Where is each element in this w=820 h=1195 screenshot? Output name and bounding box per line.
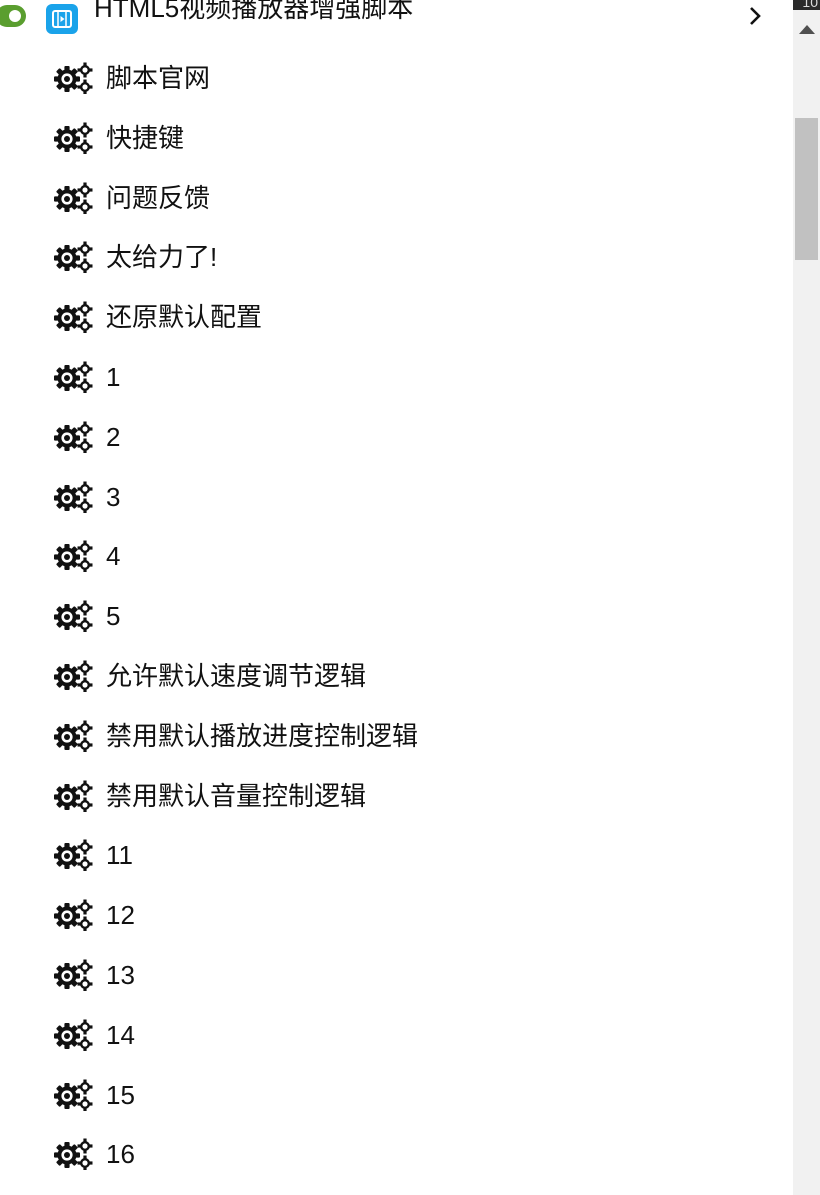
gears-icon [53,62,93,95]
chevron-right-icon[interactable] [746,5,764,27]
menu-item-label: 14 [106,1019,135,1050]
menu-item[interactable]: 问题反馈 [0,170,793,230]
menu-item[interactable]: 13 [0,947,793,1007]
gears-icon [53,481,93,514]
menu-item-label: 3 [106,481,121,512]
menu-item-label: 2 [106,421,121,452]
script-title: HTML5视频播放器增强脚本 [94,0,414,23]
gears-icon [53,720,93,753]
menu-item[interactable]: 允许默认速度调节逻辑 [0,648,793,708]
scrollbar-thumb[interactable] [795,118,818,260]
menu-item-label: 5 [106,601,121,632]
gears-icon [53,301,93,334]
gears-icon [53,660,93,693]
gears-icon [53,540,93,573]
menu-item-label: 禁用默认音量控制逻辑 [106,780,367,811]
menu-item[interactable]: 还原默认配置 [0,289,793,349]
gears-icon [53,421,93,454]
menu-item-label: 13 [106,959,135,990]
menu-item-label: 禁用默认播放进度控制逻辑 [106,720,419,751]
video-player-icon [46,4,78,34]
gears-icon [53,361,93,394]
gears-icon [53,1138,93,1171]
menu-item[interactable]: 15 [0,1067,793,1127]
menu-item-label: 太给力了! [106,242,218,273]
menu-item[interactable]: 快捷键 [0,110,793,170]
gears-icon [53,1019,93,1052]
menu-item-label: 16 [106,1139,135,1170]
scrollbar[interactable] [793,10,820,1195]
gears-icon [53,899,93,932]
script-header[interactable]: HTML5视频播放器增强脚本 [0,0,793,40]
menu-item-label: 15 [106,1079,135,1110]
menu-item[interactable]: 5 [0,588,793,648]
gears-icon [53,839,93,872]
gears-icon [53,600,93,633]
gears-icon [53,959,93,992]
menu-item[interactable]: 太给力了! [0,229,793,289]
menu-item[interactable]: 2 [0,409,793,469]
gears-icon [53,1079,93,1112]
menu-item-label: 快捷键 [106,122,185,153]
script-menu-panel: HTML5视频播放器增强脚本 脚本官网 快捷键 问题反馈 太给力了! 还原默认配… [0,0,793,1195]
menu-item[interactable]: 脚本官网 [0,50,793,110]
menu-item[interactable]: 16 [0,1126,793,1186]
menu-item[interactable]: 11 [0,827,793,887]
menu-item[interactable]: 禁用默认播放进度控制逻辑 [0,708,793,768]
menu-item[interactable]: 14 [0,1007,793,1067]
menu-item[interactable]: 1 [0,349,793,409]
script-enable-toggle[interactable] [0,5,26,27]
menu-item-label: 允许默认速度调节逻辑 [106,660,367,691]
menu-item-label: 4 [106,541,121,572]
menu-item[interactable]: 4 [0,528,793,588]
gears-icon [53,182,93,215]
gears-icon [53,122,93,155]
menu-item[interactable]: 禁用默认音量控制逻辑 [0,768,793,828]
menu-item-label: 1 [106,361,121,392]
menu-item-label: 11 [106,840,133,871]
gears-icon [53,780,93,813]
menu-item[interactable]: 12 [0,887,793,947]
menu-item[interactable]: 3 [0,469,793,529]
scroll-up-arrow-icon[interactable] [799,25,815,34]
menu-item-label: 脚本官网 [106,63,211,93]
command-menu-list: 脚本官网 快捷键 问题反馈 太给力了! 还原默认配置 1 2 3 4 5 允许默… [0,50,793,1186]
gears-icon [53,241,93,274]
menu-item-label: 12 [106,900,135,931]
menu-item-label: 问题反馈 [106,182,211,213]
menu-item-label: 还原默认配置 [106,302,263,333]
corner-text: 10 [802,0,818,10]
